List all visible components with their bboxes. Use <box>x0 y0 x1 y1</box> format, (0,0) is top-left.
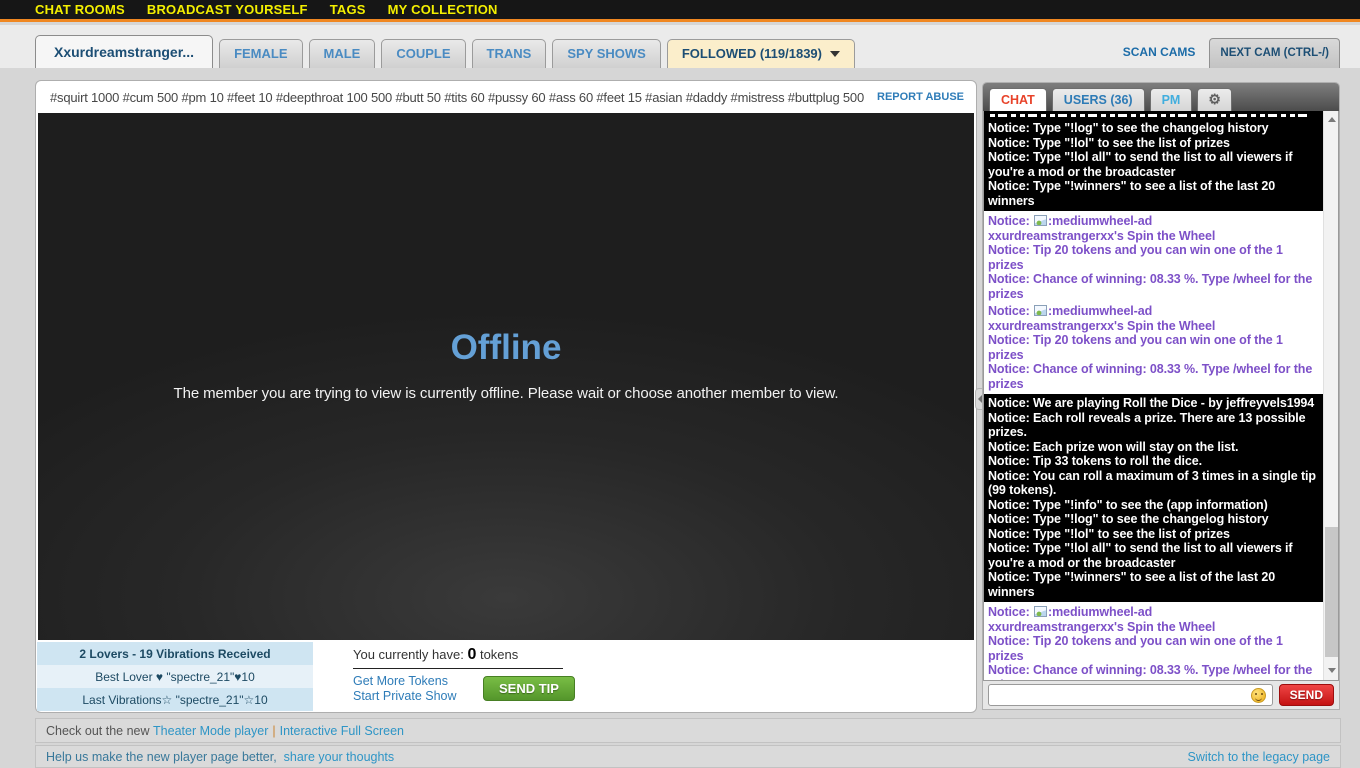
offline-title: Offline <box>38 328 974 368</box>
chat-scrollbar[interactable] <box>1323 111 1338 680</box>
balance-suffix: tokens <box>480 647 518 662</box>
chat-message: Notice: We are playing Roll the Dice - b… <box>984 394 1323 602</box>
footer-separator: | <box>268 724 279 738</box>
player-container: #squirt 1000 #cum 500 #pm 10 #feet 10 #d… <box>35 80 977 713</box>
chat-input-row: SEND <box>983 681 1339 709</box>
last-vibrations: Last Vibrations☆ "spectre_21"☆10 <box>37 688 313 711</box>
token-balance: You currently have: 0 tokens <box>353 646 733 664</box>
chat-messages: Notice: Type "!log" to see the changelog… <box>984 111 1323 680</box>
nav-broadcast-yourself[interactable]: BROADCAST YOURSELF <box>147 2 308 17</box>
send-tip-button[interactable]: SEND TIP <box>483 676 575 701</box>
chevron-down-icon <box>830 51 840 57</box>
tab-users[interactable]: USERS (36) <box>1052 88 1145 111</box>
balance-value: 0 <box>467 646 476 663</box>
broken-image-icon <box>1034 215 1047 226</box>
best-lover: Best Lover ♥ "spectre_21"♥10 <box>37 665 313 688</box>
scrollbar-thumb[interactable] <box>1325 527 1338 657</box>
theater-mode-link[interactable]: Theater Mode player <box>153 724 268 738</box>
tab-bar: Xxurdreamstranger... FEMALE MALE COUPLE … <box>0 25 1360 68</box>
video-area: Offline The member you are trying to vie… <box>38 113 974 640</box>
legacy-page-link[interactable]: Switch to the legacy page <box>1188 750 1330 764</box>
token-info: You currently have: 0 tokens Get More To… <box>353 646 733 704</box>
chat-tab-strip: CHAT USERS (36) PM ⚙ <box>983 83 1339 111</box>
lovers-summary: 2 Lovers - 19 Vibrations Received <box>37 642 313 665</box>
gear-icon[interactable]: ⚙ <box>1197 88 1232 111</box>
tab-pm[interactable]: PM <box>1150 88 1193 111</box>
report-abuse-link[interactable]: REPORT ABUSE <box>877 91 964 103</box>
tab-spy-shows[interactable]: SPY SHOWS <box>552 39 661 68</box>
top-nav: CHAT ROOMS BROADCAST YOURSELF TAGS MY CO… <box>0 0 1360 22</box>
player-bottom-info: 2 Lovers - 19 Vibrations Received Best L… <box>36 640 976 712</box>
chat-message: Notice: Type "!log" to see the changelog… <box>984 111 1323 211</box>
chat-input-box[interactable] <box>988 684 1273 706</box>
chat-send-button[interactable]: SEND <box>1279 684 1334 706</box>
broken-image-icon <box>1034 606 1047 617</box>
balance-prefix: You currently have: <box>353 647 464 662</box>
scan-cams-link[interactable]: SCAN CAMS <box>1123 45 1196 68</box>
nav-tags[interactable]: TAGS <box>330 2 366 17</box>
feedback-text: Help us make the new player page better, <box>46 750 277 764</box>
tab-trans[interactable]: TRANS <box>472 39 547 68</box>
followed-label: FOLLOWED (119/1839) <box>682 46 822 61</box>
chat-message: Notice: :mediumwheel-adxxurdreamstranger… <box>984 214 1323 301</box>
chat-message: Notice: :mediumwheel-adxxurdreamstranger… <box>984 605 1323 680</box>
next-cam-button[interactable]: NEXT CAM (CTRL-/) <box>1209 38 1340 68</box>
chevron-left-icon <box>978 395 982 403</box>
hashtag-list[interactable]: #squirt 1000 #cum 500 #pm 10 #feet 10 #d… <box>50 90 864 105</box>
nav-chat-rooms[interactable]: CHAT ROOMS <box>35 2 125 17</box>
tab-male[interactable]: MALE <box>309 39 376 68</box>
theater-prefix: Check out the new <box>46 724 150 738</box>
nav-my-collection[interactable]: MY COLLECTION <box>388 2 498 17</box>
scroll-up-icon[interactable] <box>1324 113 1339 128</box>
broken-image-icon <box>1034 305 1047 316</box>
theater-mode-bar: Check out the new Theater Mode player | … <box>35 718 1341 743</box>
scroll-down-icon[interactable] <box>1324 663 1339 678</box>
interactive-fullscreen-link[interactable]: Interactive Full Screen <box>280 724 404 738</box>
offline-message: The member you are trying to view is cur… <box>38 385 974 402</box>
chat-panel: CHAT USERS (36) PM ⚙ Notice: Type "!log"… <box>982 82 1340 710</box>
lovers-table: 2 Lovers - 19 Vibrations Received Best L… <box>37 642 313 711</box>
page: CHAT ROOMS BROADCAST YOURSELF TAGS MY CO… <box>0 0 1360 768</box>
tab-chat[interactable]: CHAT <box>989 88 1047 111</box>
tab-couple[interactable]: COUPLE <box>381 39 465 68</box>
tab-room[interactable]: Xxurdreamstranger... <box>35 35 213 68</box>
chat-message: Notice: :mediumwheel-adxxurdreamstranger… <box>984 304 1323 391</box>
feedback-bar: Help us make the new player page better,… <box>35 745 1341 768</box>
tab-female[interactable]: FEMALE <box>219 39 302 68</box>
tabbar-right: SCAN CAMS NEXT CAM (CTRL-/) <box>1123 38 1340 68</box>
tags-row: #squirt 1000 #cum 500 #pm 10 #feet 10 #d… <box>36 81 976 113</box>
tab-followed[interactable]: FOLLOWED (119/1839) <box>667 39 855 68</box>
emoji-icon[interactable] <box>1251 688 1266 703</box>
balance-divider <box>353 668 563 669</box>
chat-body: Notice: Type "!log" to see the changelog… <box>983 111 1339 681</box>
share-thoughts-link[interactable]: share your thoughts <box>284 750 395 764</box>
chat-input[interactable] <box>995 688 1251 702</box>
